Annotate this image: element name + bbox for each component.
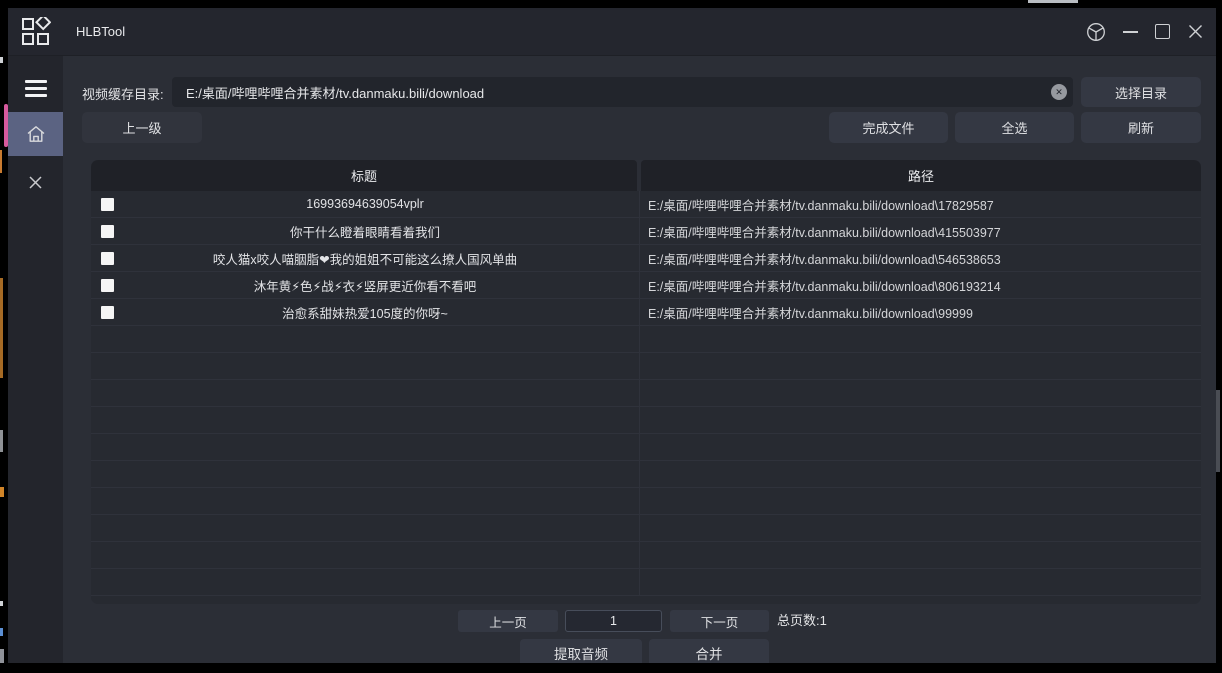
select-dir-button[interactable]: 选择目录	[1081, 77, 1201, 107]
desktop-artifact	[0, 628, 3, 636]
select-all-button[interactable]: 全选	[955, 112, 1074, 143]
desktop-artifact	[0, 57, 3, 63]
table-row-empty	[91, 515, 1201, 542]
minimize-icon	[1123, 31, 1138, 33]
sidebar-item-close[interactable]	[8, 160, 63, 204]
sidebar	[8, 56, 63, 663]
table-row[interactable]: 治愈系甜妹热爱105度的你呀~ E:/桌面/哔哩哔哩合并素材/tv.danmak…	[91, 299, 1201, 326]
close-x-icon	[28, 175, 43, 190]
app-window: HLBTool	[8, 8, 1216, 663]
desktop-artifact	[0, 430, 3, 452]
desktop-artifact	[0, 649, 4, 663]
desktop-background: HLBTool	[0, 0, 1222, 673]
app-title: HLBTool	[76, 8, 125, 55]
table-row[interactable]: 你干什么瞪着眼睛看着我们 E:/桌面/哔哩哔哩合并素材/tv.danmaku.b…	[91, 218, 1201, 245]
table-row-empty	[91, 326, 1201, 353]
refresh-button[interactable]: 刷新	[1081, 112, 1201, 143]
close-icon	[1188, 24, 1203, 39]
row-path: E:/桌面/哔哩哔哩合并素材/tv.danmaku.bili/download\…	[640, 299, 1201, 325]
cube-icon	[1086, 22, 1106, 42]
desktop-artifact	[1028, 0, 1078, 3]
row-checkbox[interactable]	[101, 225, 114, 238]
column-header-title[interactable]: 标题	[91, 160, 637, 191]
table-row-empty	[91, 488, 1201, 515]
row-checkbox[interactable]	[101, 306, 114, 319]
sidebar-item-home[interactable]	[8, 112, 63, 156]
cube-button[interactable]	[1081, 8, 1111, 55]
table-row-empty	[91, 569, 1201, 596]
prev-page-button[interactable]: 上一页	[458, 610, 558, 632]
menu-toggle-button[interactable]	[8, 66, 63, 110]
close-button[interactable]	[1180, 8, 1210, 55]
scrollbar-artifact	[1216, 390, 1220, 472]
hamburger-icon	[25, 76, 47, 101]
dir-label: 视频缓存目录:	[82, 84, 164, 103]
titlebar: HLBTool	[8, 8, 1216, 56]
home-icon	[25, 123, 47, 145]
up-level-button[interactable]: 上一级	[82, 112, 202, 143]
desktop-artifact	[0, 278, 3, 378]
row-path: E:/桌面/哔哩哔哩合并素材/tv.danmaku.bili/download\…	[640, 245, 1201, 271]
table-row[interactable]: 咬人猫x咬人喵胭脂❤我的姐姐不可能这么撩人国风单曲 E:/桌面/哔哩哔哩合并素材…	[91, 245, 1201, 272]
row-path: E:/桌面/哔哩哔哩合并素材/tv.danmaku.bili/download\…	[640, 191, 1201, 217]
row-checkbox[interactable]	[101, 279, 114, 292]
desktop-artifact	[0, 487, 4, 497]
row-path: E:/桌面/哔哩哔哩合并素材/tv.danmaku.bili/download\…	[640, 272, 1201, 298]
table-row-empty	[91, 461, 1201, 488]
row-title: 16993694639054vplr	[306, 197, 423, 211]
table-row[interactable]: 16993694639054vplr E:/桌面/哔哩哔哩合并素材/tv.dan…	[91, 191, 1201, 218]
done-files-button[interactable]: 完成文件	[829, 112, 948, 143]
row-title: 咬人猫x咬人喵胭脂❤我的姐姐不可能这么撩人国风单曲	[213, 249, 517, 268]
column-header-path[interactable]: 路径	[641, 160, 1201, 191]
table-row-empty	[91, 434, 1201, 461]
merge-button[interactable]: 合并	[649, 639, 769, 663]
desktop-artifact	[0, 601, 3, 606]
desktop-artifact	[0, 150, 2, 173]
maximize-button[interactable]	[1147, 8, 1177, 55]
row-title: 治愈系甜妹热爱105度的你呀~	[282, 303, 448, 322]
dir-input[interactable]	[172, 77, 1073, 107]
total-pages-label: 总页数:1	[777, 610, 827, 632]
row-title: 沐年黄⚡色⚡战⚡衣⚡竖屏更近你看不看吧	[254, 276, 477, 295]
next-page-button[interactable]: 下一页	[670, 610, 769, 632]
table-row-empty	[91, 407, 1201, 434]
row-path: E:/桌面/哔哩哔哩合并素材/tv.danmaku.bili/download\…	[640, 218, 1201, 244]
table-row-empty	[91, 353, 1201, 380]
row-title: 你干什么瞪着眼睛看着我们	[290, 222, 440, 241]
table-row-empty	[91, 380, 1201, 407]
maximize-icon	[1155, 24, 1170, 39]
table-header: 标题 路径	[91, 160, 1201, 191]
file-table: 标题 路径 16993694639054vplr E:/桌面/哔哩哔哩合并素材/…	[91, 160, 1201, 604]
row-checkbox[interactable]	[101, 252, 114, 265]
clear-input-button[interactable]: ✕	[1051, 84, 1067, 100]
extract-audio-button[interactable]: 提取音频	[520, 639, 642, 663]
page-number-input[interactable]	[565, 610, 662, 632]
app-logo-icon	[21, 17, 51, 47]
row-checkbox[interactable]	[101, 198, 114, 211]
table-row-empty	[91, 542, 1201, 569]
table-row[interactable]: 沐年黄⚡色⚡战⚡衣⚡竖屏更近你看不看吧 E:/桌面/哔哩哔哩合并素材/tv.da…	[91, 272, 1201, 299]
minimize-button[interactable]	[1115, 8, 1145, 55]
